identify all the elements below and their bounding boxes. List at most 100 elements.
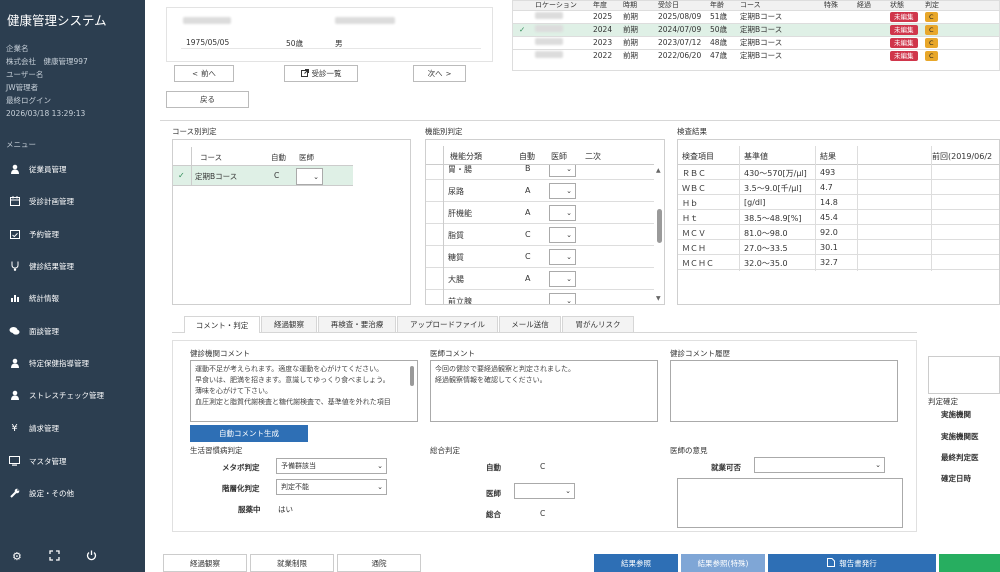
table-row-selected[interactable]: ✓ 定期Bコース C ⌄ <box>173 166 353 186</box>
tab-comment-judgement[interactable]: コメント・判定 <box>184 316 260 333</box>
row-category: 脂質 <box>448 231 464 240</box>
scrollbar-thumb[interactable] <box>657 209 662 243</box>
row-auto: A <box>525 274 531 283</box>
redacted-location <box>535 25 564 32</box>
auto-comment-button[interactable]: 自動コメント生成 <box>190 425 308 442</box>
scrollbar[interactable] <box>409 362 415 420</box>
doctor-judge-select[interactable]: ⌄ <box>549 293 576 305</box>
table-row: Ｈｂ [g/dl] 14.8 <box>678 195 999 210</box>
prev-button[interactable]: < 前へ <box>174 65 234 82</box>
doctor-judge-select[interactable]: ⌄ <box>549 205 576 221</box>
work-select[interactable]: ⌄ <box>754 457 885 473</box>
table-row: ＲＢＣ 430〜570[万/μl] 493 <box>678 165 999 180</box>
table-row[interactable]: 大腸 A ⌄ <box>426 268 654 290</box>
confirm-box <box>928 356 1000 394</box>
hospital-visit-button[interactable]: 通院 <box>337 554 421 572</box>
table-row[interactable]: 脂質 C ⌄ <box>426 224 654 246</box>
scrollbar-thumb[interactable] <box>410 366 414 386</box>
comment-history-box[interactable] <box>670 360 898 422</box>
menu-label: 受診計画管理 <box>29 196 74 206</box>
patient-birthdate: 1975/05/05 <box>186 38 230 47</box>
status-badge: 未編集 <box>890 11 918 22</box>
metabo-value: 予備群該当 <box>281 462 316 470</box>
opinion-textarea[interactable] <box>677 478 903 528</box>
gear-icon[interactable]: ⚙ <box>12 550 22 563</box>
row-age: 51歳 <box>710 12 728 21</box>
function-rows: 胃・腸 B ⌄ 尿路 A ⌄ 肝機能 A ⌄ 脂質 C ⌄ 糖質 C ⌄ 大腸 … <box>426 165 654 305</box>
menu-item-results[interactable]: 健診結果管理 <box>0 251 145 281</box>
doctor-judge-select[interactable]: ⌄ <box>549 165 576 177</box>
row-result: 4.7 <box>820 183 833 192</box>
menu-item-employee[interactable]: 従業員管理 <box>0 154 145 184</box>
org-comment-textarea[interactable]: 運動不足が考えられます。適度な運動を心がけてください。 早食いは、肥満を招きます… <box>190 360 418 422</box>
menu-item-settings[interactable]: 設定・その他 <box>0 478 145 508</box>
chevron-right-icon: > <box>445 69 452 78</box>
table-row[interactable]: 肝機能 A ⌄ <box>426 202 654 224</box>
next-button[interactable]: 次へ > <box>413 65 466 82</box>
menu-item-master[interactable]: マスタ管理 <box>0 446 145 476</box>
function-judgement-table: 機能分類 自動 医師 二次 胃・腸 B ⌄ 尿路 A ⌄ 肝機能 A ⌄ 脂質 <box>425 139 665 305</box>
menu-label: 設定・その他 <box>29 488 74 498</box>
overall-doctor-select[interactable]: ⌄ <box>514 483 575 499</box>
scrollbar[interactable]: ▲ ▼ <box>655 165 664 304</box>
tab-observation[interactable]: 経過観察 <box>261 316 317 332</box>
table-row[interactable]: 尿路 A ⌄ <box>426 180 654 202</box>
back-button[interactable]: 戻る <box>166 91 249 108</box>
row-course: 定期Bコース <box>740 25 783 34</box>
row-item: ＭＣＨ <box>682 244 706 253</box>
report-button[interactable]: 報告書発行 <box>768 554 936 572</box>
stethoscope-icon <box>9 261 20 272</box>
doctor-comment-textarea[interactable]: 今回の健診で要経過観察と判定されました。 経過観察情報を確認してください。 <box>430 360 658 422</box>
doctor-judge-select[interactable]: ⌄ <box>549 271 576 287</box>
row-reference: 38.5〜48.9[%] <box>744 214 802 223</box>
menu-item-billing[interactable]: ¥ 請求管理 <box>0 413 145 443</box>
expand-icon[interactable] <box>49 550 60 564</box>
row-date: 2025/08/09 <box>658 12 702 21</box>
result-ref-button[interactable]: 結果参照 <box>594 554 678 572</box>
table-row[interactable]: 胃・腸 B ⌄ <box>426 165 654 180</box>
tab-upload[interactable]: アップロードファイル <box>397 316 498 332</box>
chevron-down-icon: ⌄ <box>566 297 572 305</box>
col-progress: 経過 <box>857 0 871 9</box>
work-limit-button[interactable]: 就業制限 <box>250 554 334 572</box>
table-row[interactable]: 糖質 C ⌄ <box>426 246 654 268</box>
divider <box>181 48 481 49</box>
tab-gastric-risk[interactable]: 胃がんリスク <box>562 316 634 332</box>
scroll-down-icon[interactable]: ▼ <box>656 295 661 302</box>
menu-item-reservation[interactable]: 予約管理 <box>0 219 145 249</box>
row-course: 定期Bコース <box>740 51 783 61</box>
power-icon[interactable] <box>86 550 97 564</box>
scroll-up-icon[interactable]: ▲ <box>656 167 661 174</box>
doctor-judge-select[interactable]: ⌄ <box>549 183 576 199</box>
row-category: 胃・腸 <box>448 165 472 174</box>
observation-button[interactable]: 経過観察 <box>163 554 247 572</box>
table-row[interactable]: 前立腺 ⌄ <box>426 290 654 305</box>
patient-card: 1975/05/05 50歳 男 <box>166 7 493 62</box>
tab-reexam[interactable]: 再検査・要治療 <box>318 316 396 332</box>
menu-item-plan[interactable]: 受診計画管理 <box>0 186 145 216</box>
chevron-down-icon: ⌄ <box>875 461 881 469</box>
exam-list-button[interactable]: 受診一覧 <box>284 65 358 82</box>
doctor-judge-select[interactable]: ⌄ <box>296 168 323 185</box>
menu-item-guidance[interactable]: 特定保健指導管理 <box>0 348 145 378</box>
menu-item-stresscheck[interactable]: ストレスチェック管理 <box>0 380 145 410</box>
doctor-judge-select[interactable]: ⌄ <box>549 227 576 243</box>
confirm-action-button[interactable] <box>939 554 1000 572</box>
menu-item-interview[interactable]: 面談管理 <box>0 316 145 346</box>
chevron-down-icon: ⌄ <box>566 275 572 283</box>
menu-item-stats[interactable]: 統計情報 <box>0 283 145 313</box>
tab-mail[interactable]: メール送信 <box>499 316 561 332</box>
table-row[interactable]: 2022 前期 2022/06/20 47歳 定期Bコース 未編集 C <box>513 49 999 62</box>
row-year: 2025 <box>593 12 613 21</box>
col-location: ロケーション <box>535 0 577 9</box>
doctor-judge-select[interactable]: ⌄ <box>549 249 576 265</box>
exam-rows: ＲＢＣ 430〜570[万/μl] 493 ＷＢＣ 3.5〜9.0[千/μl] … <box>678 165 999 270</box>
last-login-label: 最終ログイン <box>6 96 51 105</box>
metabo-select[interactable]: 予備群該当 ⌄ <box>276 458 387 474</box>
table-row[interactable]: 2023 前期 2023/07/12 48歳 定期Bコース 未編集 C <box>513 36 999 49</box>
table-row[interactable]: 2025 前期 2025/08/09 51歳 定期Bコース 未編集 C <box>513 10 999 23</box>
user-icon <box>9 164 20 175</box>
stage-select[interactable]: 判定不能 ⌄ <box>276 479 387 495</box>
table-row-selected[interactable]: ✓ 2024 前期 2024/07/09 50歳 定期Bコース 未編集 C <box>513 23 999 36</box>
result-ref-special-button[interactable]: 結果参照(特殊) <box>681 554 765 572</box>
